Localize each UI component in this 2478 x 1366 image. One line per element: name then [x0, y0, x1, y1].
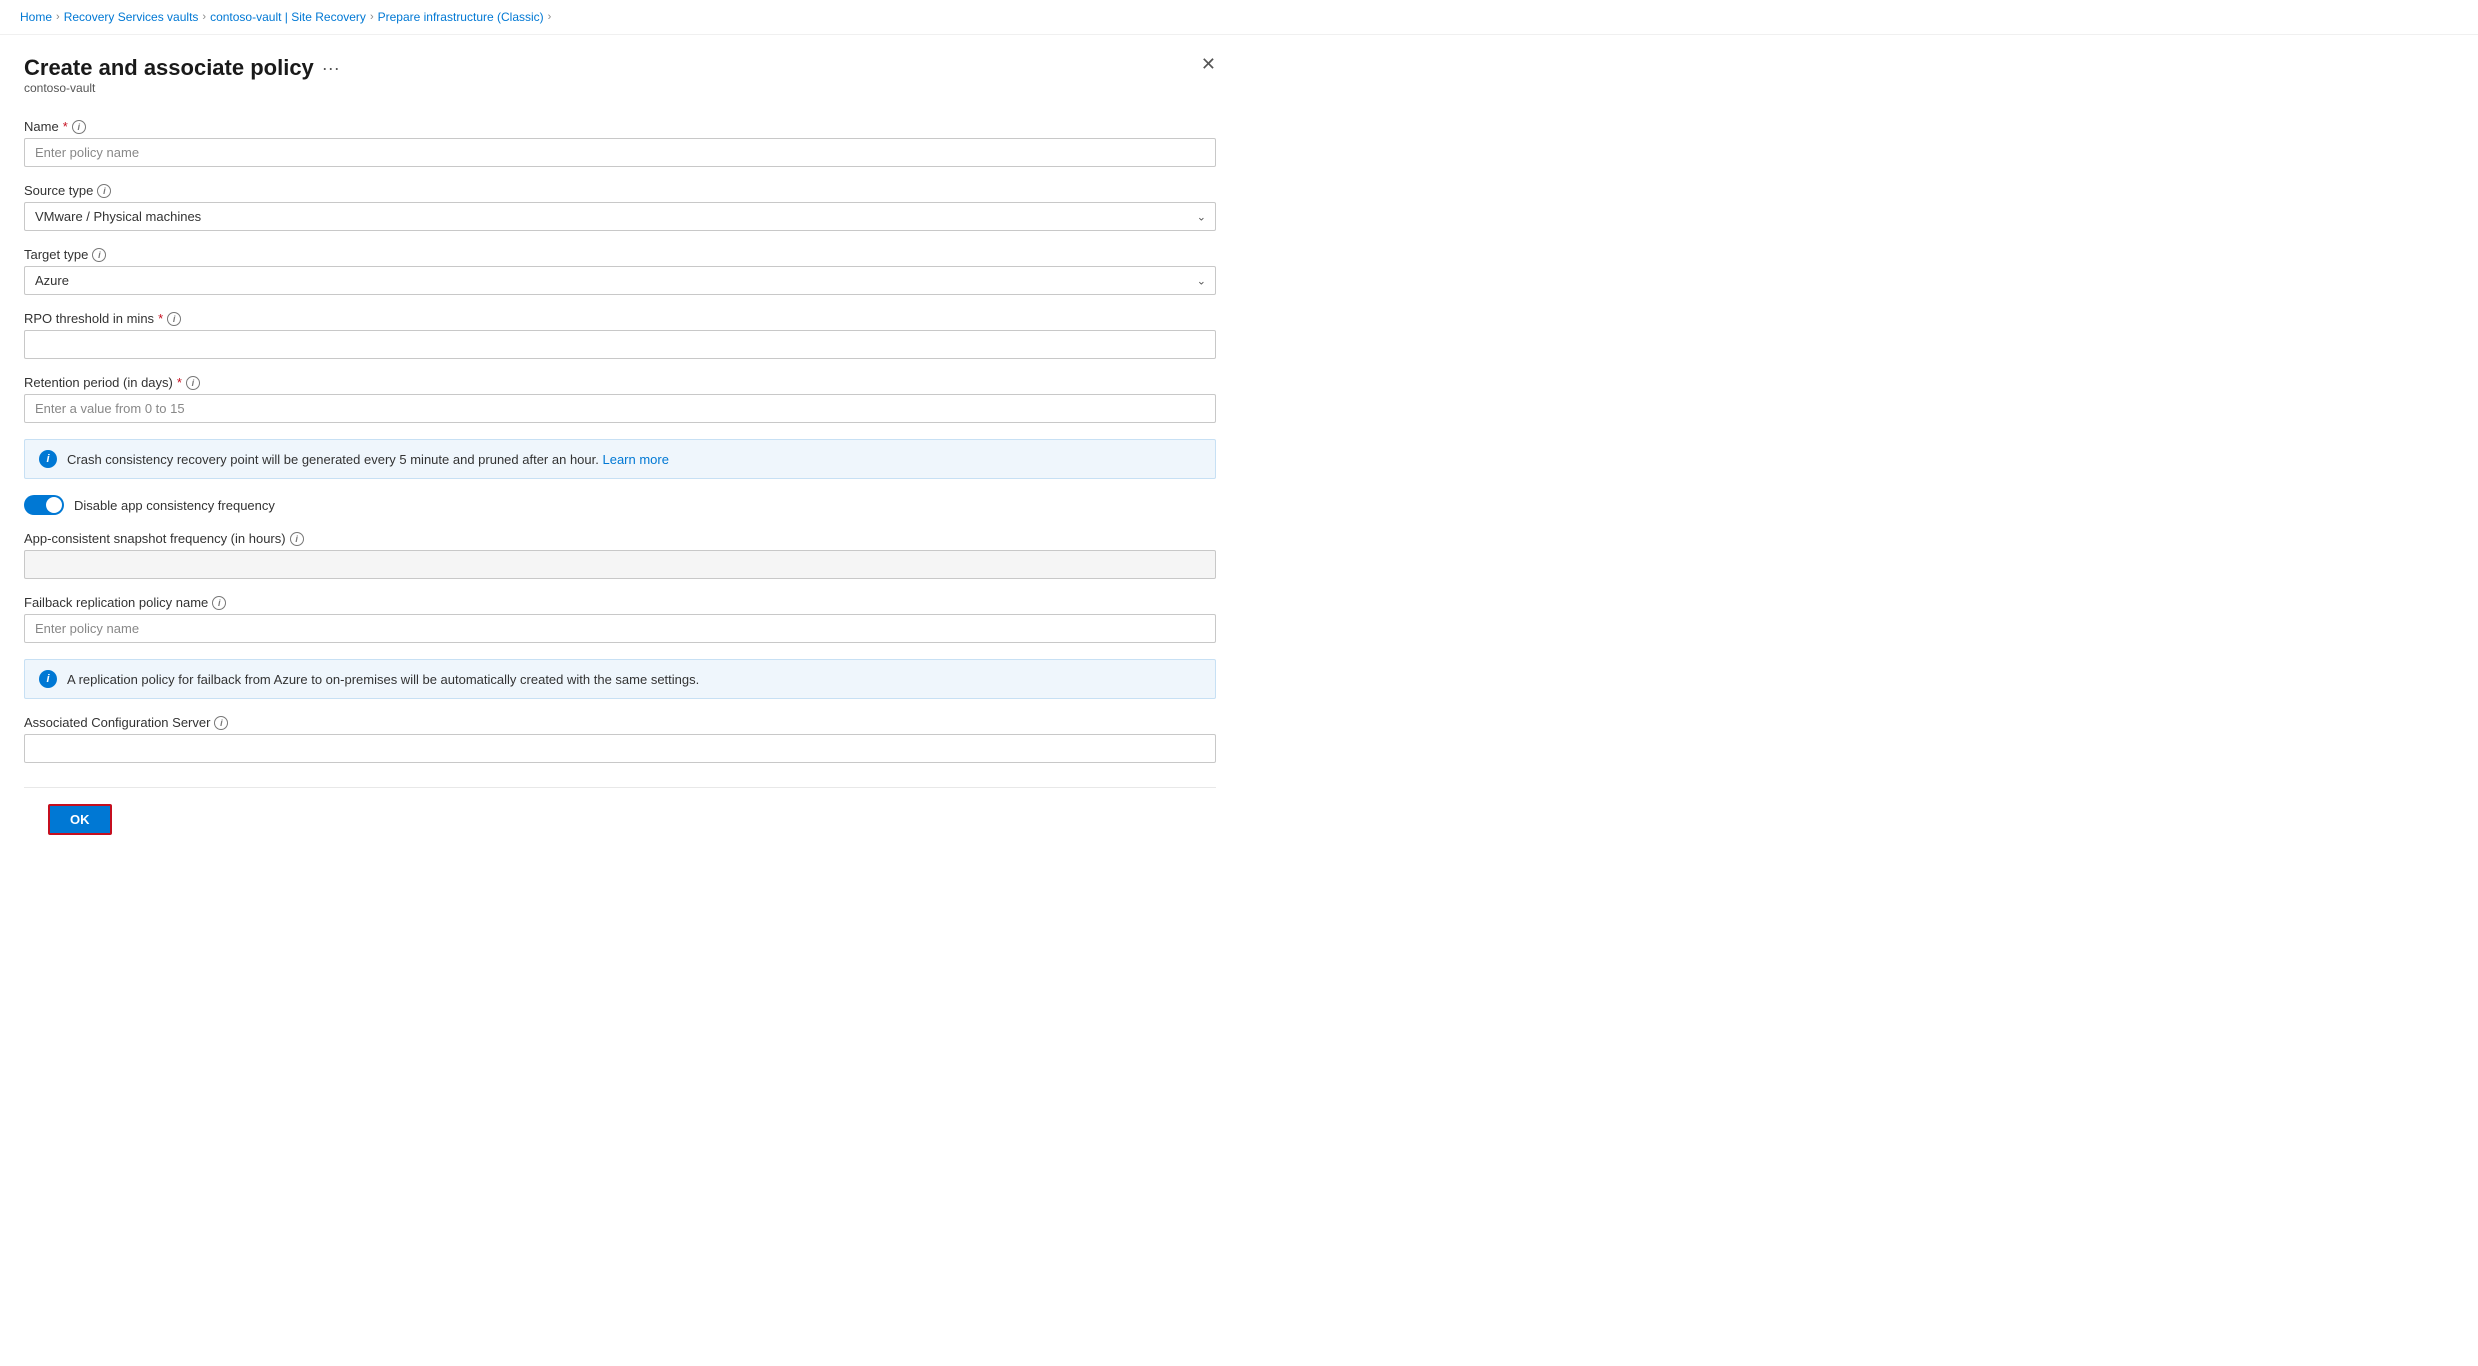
target-type-label: Target type i: [24, 247, 1216, 262]
target-type-wrapper: Azure ⌄: [24, 266, 1216, 295]
retention-field-group: Retention period (in days) * i: [24, 375, 1216, 423]
app-snapshot-info-icon[interactable]: i: [290, 532, 304, 546]
source-type-field-group: Source type i VMware / Physical machines…: [24, 183, 1216, 231]
toggle-label: Disable app consistency frequency: [74, 498, 275, 513]
config-server-field-group: Associated Configuration Server i contos…: [24, 715, 1216, 763]
source-type-info-icon[interactable]: i: [97, 184, 111, 198]
app-snapshot-input[interactable]: 0: [24, 550, 1216, 579]
breadcrumb-sep-1: ›: [56, 11, 60, 23]
failback-label: Failback replication policy name i: [24, 595, 1216, 610]
source-type-label: Source type i: [24, 183, 1216, 198]
name-required-indicator: *: [63, 119, 68, 134]
rpo-field-group: RPO threshold in mins * i 60: [24, 311, 1216, 359]
breadcrumb-contoso-vault[interactable]: contoso-vault | Site Recovery: [210, 10, 366, 24]
form-footer: OK: [24, 787, 1216, 851]
toggle-slider: [24, 495, 64, 515]
config-server-label: Associated Configuration Server i: [24, 715, 1216, 730]
retention-info-icon[interactable]: i: [186, 376, 200, 390]
source-type-wrapper: VMware / Physical machines Hyper-V ⌄: [24, 202, 1216, 231]
breadcrumb-sep-4: ›: [548, 11, 552, 23]
rpo-required-indicator: *: [158, 311, 163, 326]
rpo-input[interactable]: 60: [24, 330, 1216, 359]
failback-input[interactable]: [24, 614, 1216, 643]
app-consistency-toggle[interactable]: [24, 495, 64, 515]
breadcrumb: Home › Recovery Services vaults › contos…: [0, 0, 2478, 35]
retention-label: Retention period (in days) * i: [24, 375, 1216, 390]
policy-form: Name * i Source type i VMware / Physical…: [24, 119, 1216, 763]
app-snapshot-field-group: App-consistent snapshot frequency (in ho…: [24, 531, 1216, 579]
more-options-icon[interactable]: ···: [322, 59, 340, 77]
crash-consistency-banner: i Crash consistency recovery point will …: [24, 439, 1216, 479]
rpo-label: RPO threshold in mins * i: [24, 311, 1216, 326]
toggle-row: Disable app consistency frequency: [24, 495, 1216, 515]
failback-banner: i A replication policy for failback from…: [24, 659, 1216, 699]
crash-banner-learn-more-link[interactable]: Learn more: [602, 452, 668, 467]
app-snapshot-label: App-consistent snapshot frequency (in ho…: [24, 531, 1216, 546]
ok-button[interactable]: OK: [48, 804, 112, 835]
target-type-select[interactable]: Azure: [24, 266, 1216, 295]
name-input[interactable]: [24, 138, 1216, 167]
breadcrumb-recovery-vaults[interactable]: Recovery Services vaults: [64, 10, 199, 24]
name-info-icon[interactable]: i: [72, 120, 86, 134]
close-button[interactable]: ✕: [1201, 55, 1216, 73]
name-field-group: Name * i: [24, 119, 1216, 167]
failback-banner-text: A replication policy for failback from A…: [67, 672, 699, 687]
breadcrumb-sep-2: ›: [202, 11, 206, 23]
config-server-info-icon[interactable]: i: [214, 716, 228, 730]
rpo-info-icon[interactable]: i: [167, 312, 181, 326]
page-title: Create and associate policy: [24, 55, 314, 81]
crash-banner-info-icon: i: [39, 450, 57, 468]
target-type-field-group: Target type i Azure ⌄: [24, 247, 1216, 295]
crash-banner-text: Crash consistency recovery point will be…: [67, 452, 669, 467]
retention-input[interactable]: [24, 394, 1216, 423]
breadcrumb-prepare-infra[interactable]: Prepare infrastructure (Classic): [378, 10, 544, 24]
page-subtitle: contoso-vault: [24, 81, 340, 95]
source-type-select[interactable]: VMware / Physical machines Hyper-V: [24, 202, 1216, 231]
config-server-input[interactable]: contosoCS: [24, 734, 1216, 763]
retention-required-indicator: *: [177, 375, 182, 390]
failback-field-group: Failback replication policy name i: [24, 595, 1216, 643]
breadcrumb-sep-3: ›: [370, 11, 374, 23]
target-type-info-icon[interactable]: i: [92, 248, 106, 262]
failback-banner-info-icon: i: [39, 670, 57, 688]
failback-info-icon[interactable]: i: [212, 596, 226, 610]
name-label: Name * i: [24, 119, 1216, 134]
breadcrumb-home[interactable]: Home: [20, 10, 52, 24]
